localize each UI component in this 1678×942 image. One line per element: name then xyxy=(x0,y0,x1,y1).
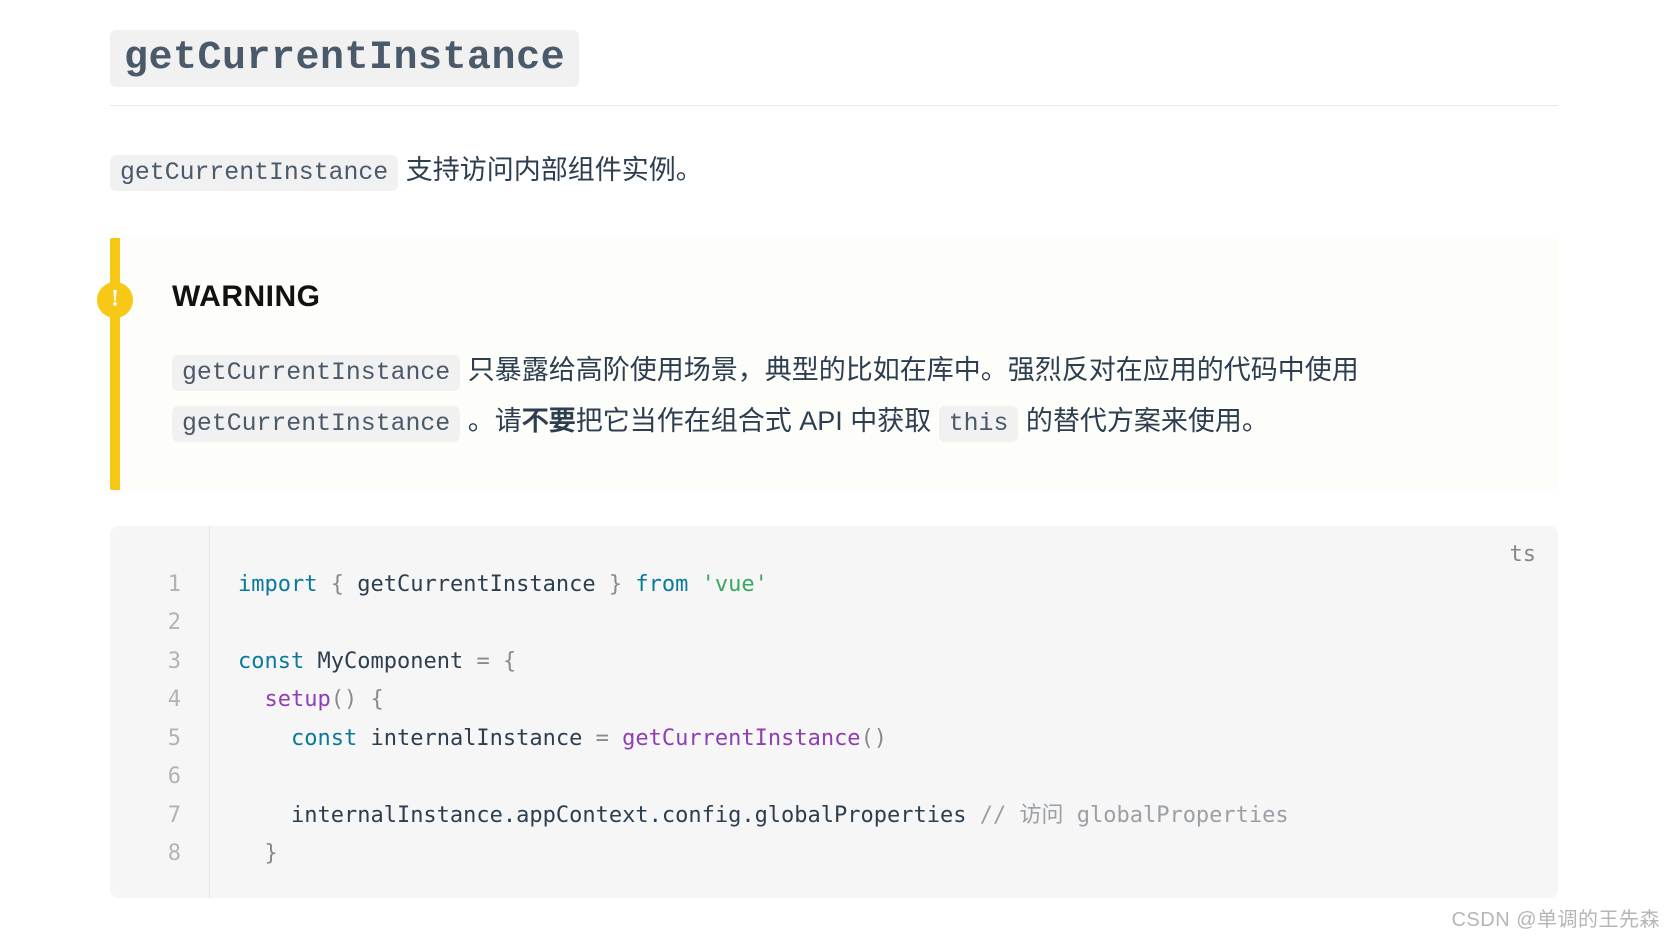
warning-seg-4: 的替代方案来使用。 xyxy=(1018,406,1269,436)
code-lang-label: ts xyxy=(1510,542,1537,567)
warning-code-1: getCurrentInstance xyxy=(172,355,460,391)
code-lines[interactable]: import { getCurrentInstance } from 'vue'… xyxy=(210,526,1289,898)
code-line-6 xyxy=(238,764,251,789)
code-line-8: } xyxy=(238,841,278,866)
warning-seg-1: 只暴露给高阶使用场景，典型的比如在库中。强烈反对在应用的代码中使用 xyxy=(460,355,1359,385)
warning-block: ! WARNING getCurrentInstance 只暴露给高阶使用场景，… xyxy=(110,238,1558,490)
doc-page: getCurrentInstance getCurrentInstance 支持… xyxy=(0,0,1678,898)
warning-body: getCurrentInstance 只暴露给高阶使用场景，典型的比如在库中。强… xyxy=(172,346,1518,448)
watermark: CSDN @单调的王先森 xyxy=(1451,903,1660,932)
line-number: 8 xyxy=(110,835,209,874)
intro-text: 支持访问内部组件实例。 xyxy=(398,155,703,185)
code-block: ts 1 2 3 4 5 6 7 8 import { getCurrentIn… xyxy=(110,526,1558,898)
warning-code-2: getCurrentInstance xyxy=(172,406,460,442)
warning-seg-3: 把它当作在组合式 API 中获取 xyxy=(576,406,939,436)
code-body: 1 2 3 4 5 6 7 8 import { getCurrentInsta… xyxy=(110,526,1558,898)
code-line-5: const internalInstance = getCurrentInsta… xyxy=(238,726,887,751)
intro-paragraph: getCurrentInstance 支持访问内部组件实例。 xyxy=(110,146,1558,196)
code-line-2 xyxy=(238,610,251,635)
warning-code-3: this xyxy=(939,406,1019,442)
line-number: 3 xyxy=(110,643,209,682)
warning-heading: WARNING xyxy=(172,280,1518,314)
code-gutter: 1 2 3 4 5 6 7 8 xyxy=(110,526,210,898)
page-title-code: getCurrentInstance xyxy=(110,30,579,87)
warning-seg-2: 。请 xyxy=(460,406,522,436)
line-number: 1 xyxy=(110,566,209,605)
code-line-1: import { getCurrentInstance } from 'vue' xyxy=(238,572,768,597)
warning-icon: ! xyxy=(97,282,133,318)
code-line-3: const MyComponent = { xyxy=(238,649,516,674)
line-number: 5 xyxy=(110,720,209,759)
warning-bold: 不要 xyxy=(522,406,576,436)
page-title-wrap: getCurrentInstance xyxy=(110,30,1558,106)
code-line-7: internalInstance.appContext.config.globa… xyxy=(238,803,1289,828)
intro-inline-code: getCurrentInstance xyxy=(110,155,398,191)
line-number: 6 xyxy=(110,758,209,797)
code-line-4: setup() { xyxy=(238,687,384,712)
line-number: 2 xyxy=(110,604,209,643)
line-number: 7 xyxy=(110,797,209,836)
line-number: 4 xyxy=(110,681,209,720)
